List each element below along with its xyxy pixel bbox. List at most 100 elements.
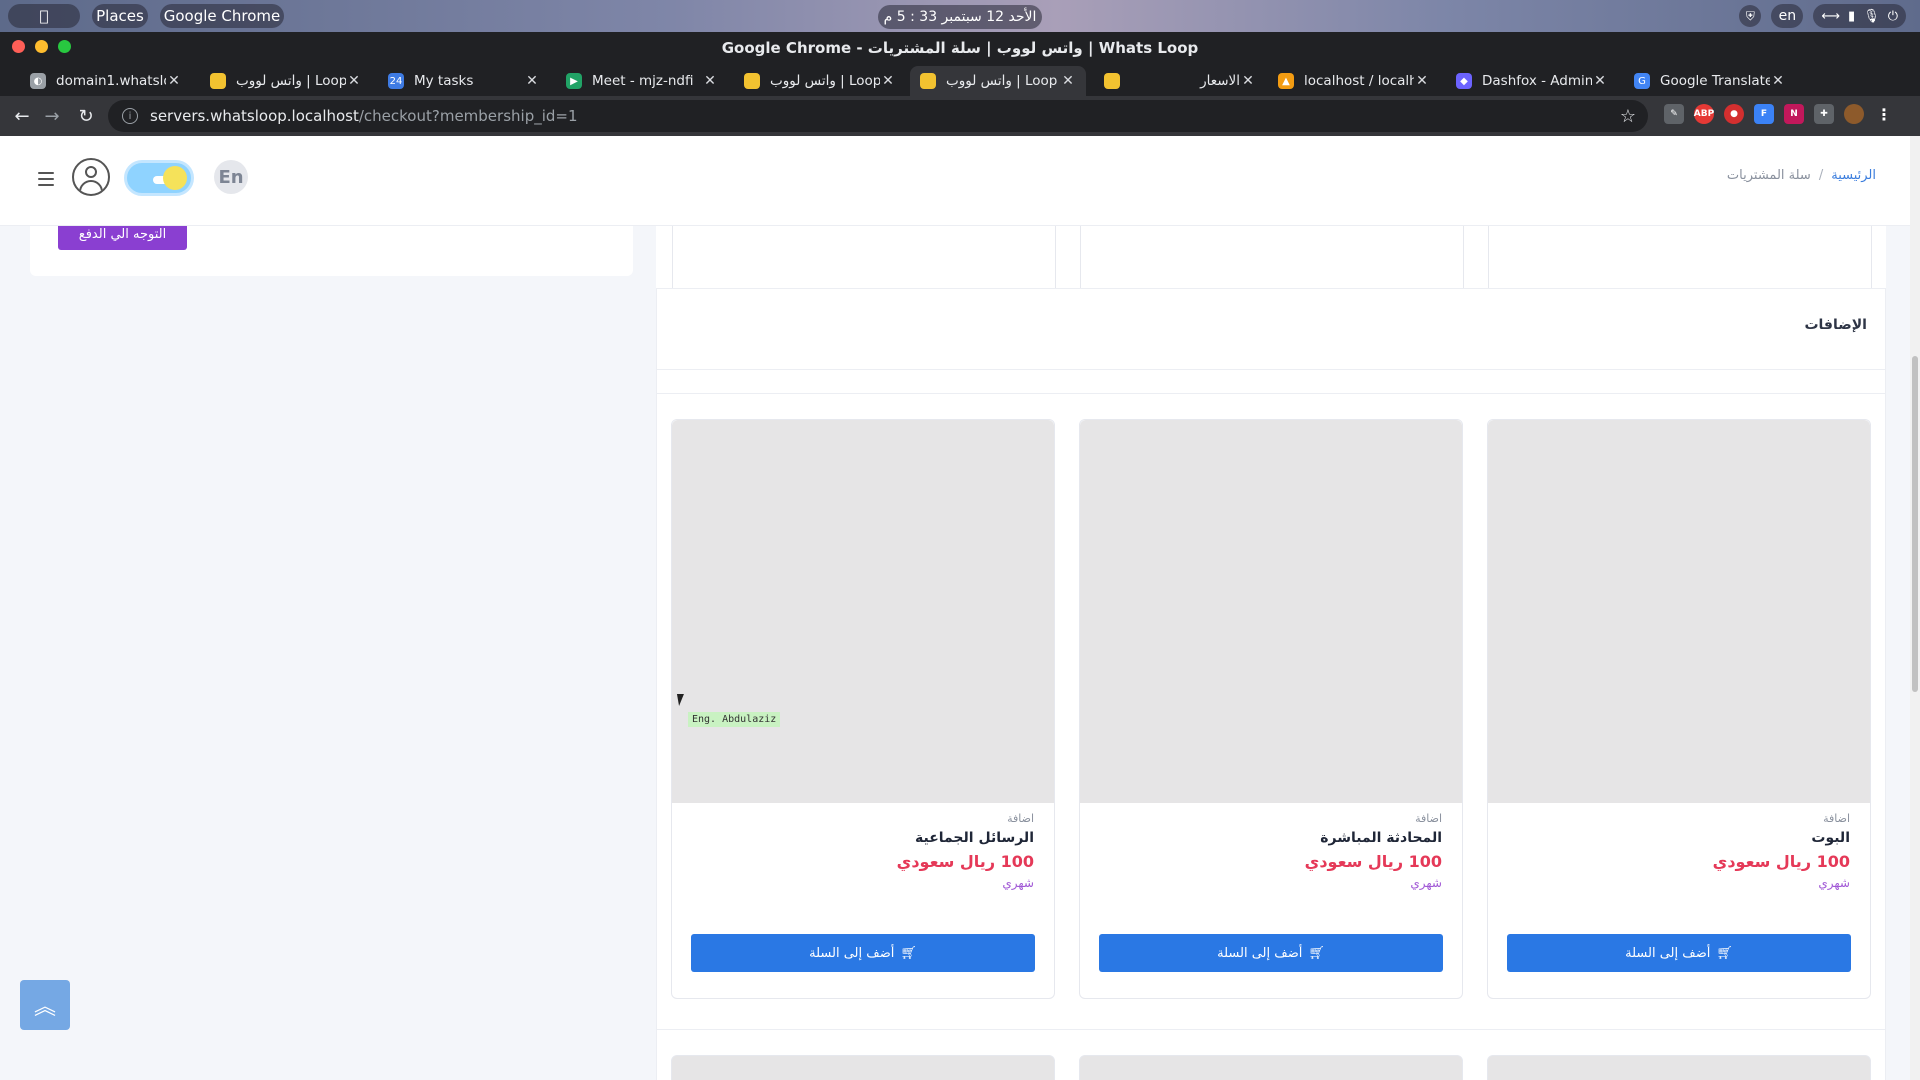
keyboard-language[interactable]: en bbox=[1771, 4, 1804, 28]
tab-3[interactable]: 24 My tasks ✕ bbox=[378, 66, 550, 96]
tab-1[interactable]: ◐ domain1.whatsloop✕ bbox=[20, 66, 192, 96]
tab-favicon bbox=[1104, 73, 1120, 89]
extension-icon[interactable]: ● bbox=[1724, 104, 1744, 124]
network-icon: ⟷ bbox=[1821, 8, 1841, 24]
addon-image bbox=[672, 420, 1054, 803]
tab-favicon: G bbox=[1634, 73, 1650, 89]
back-icon[interactable]: ← bbox=[10, 104, 34, 128]
tab-favicon: ◆ bbox=[1456, 73, 1472, 89]
tab-active[interactable]: واتس لووب | Loop ✕ bbox=[910, 66, 1086, 96]
breadcrumb: الرئيسية / سلة المشتريات bbox=[1727, 168, 1876, 183]
shield-icon[interactable]: ⛨ bbox=[1739, 5, 1762, 27]
close-tab-icon[interactable]: ✕ bbox=[166, 73, 182, 89]
places-menu[interactable]: Places bbox=[92, 4, 148, 28]
tab-favicon: 24 bbox=[388, 73, 404, 89]
close-tab-icon[interactable]: ✕ bbox=[1240, 73, 1256, 89]
os-menu-bar:  Places Google Chrome الأحد 12 سبتمبر 3… bbox=[0, 0, 1920, 32]
addon-card-bot: اضافة البوت 100 ريال سعودي شهري 🛒︎ أضف إل… bbox=[1487, 419, 1871, 999]
addon-card-bulk-messages: اضافة الرسائل الجماعية 100 ريال سعودي شه… bbox=[671, 419, 1055, 999]
close-tab-icon[interactable]: ✕ bbox=[1770, 73, 1786, 89]
close-tab-icon[interactable]: ✕ bbox=[702, 73, 718, 89]
extension-icon[interactable]: N bbox=[1784, 104, 1804, 124]
reload-icon[interactable]: ↻ bbox=[74, 104, 98, 128]
breadcrumb-home-link[interactable]: الرئيسية bbox=[1831, 168, 1876, 183]
add-to-cart-button[interactable]: 🛒︎ أضف إلى السلة bbox=[1507, 934, 1851, 972]
tab-favicon: ▶ bbox=[566, 73, 582, 89]
hamburger-menu-icon[interactable] bbox=[38, 172, 54, 186]
add-to-cart-button[interactable]: 🛒︎ أضف إلى السلة bbox=[1099, 934, 1443, 972]
addon-period: شهري bbox=[1410, 876, 1442, 890]
maximize-window-button[interactable] bbox=[58, 40, 71, 53]
app-menu[interactable]: Google Chrome bbox=[160, 4, 284, 28]
addon-category: اضافة bbox=[1007, 812, 1034, 825]
page-scrollbar[interactable] bbox=[1910, 136, 1920, 1080]
power-icon: ⏻ bbox=[1887, 8, 1898, 24]
addon-category: اضافة bbox=[1823, 812, 1850, 825]
window-titlebar: Google Chrome - واتس لووب | سلة المشتريا… bbox=[0, 32, 1920, 64]
tab-5[interactable]: واتس لووب | Loop ✕ bbox=[734, 66, 906, 96]
close-tab-icon[interactable]: ✕ bbox=[1414, 73, 1430, 89]
addon-name: الرسائل الجماعية bbox=[915, 830, 1034, 846]
bookmark-star-icon[interactable]: ☆ bbox=[1620, 106, 1636, 127]
addon-card bbox=[1487, 1055, 1871, 1080]
forward-icon[interactable]: → bbox=[40, 104, 64, 128]
addon-price: 100 ريال سعودي bbox=[1712, 852, 1850, 871]
add-to-cart-button[interactable]: 🛒︎ أضف إلى السلة bbox=[691, 934, 1035, 972]
chrome-menu-icon[interactable]: ⋮ bbox=[1874, 104, 1894, 124]
puzzle-icon[interactable]: ✚ bbox=[1814, 104, 1834, 124]
cart-icon: 🛒︎ bbox=[1308, 945, 1325, 961]
close-tab-icon[interactable]: ✕ bbox=[1060, 73, 1076, 89]
addon-card bbox=[1079, 1055, 1463, 1080]
clock[interactable]: الأحد 12 سبتمبر 33 : 5 م bbox=[878, 5, 1042, 29]
scroll-to-top-button[interactable]: ︽ bbox=[20, 980, 70, 1030]
cart-icon: 🛒︎ bbox=[1716, 945, 1733, 961]
tab-10[interactable]: G Google Translate ✕ bbox=[1624, 66, 1796, 96]
extension-icon[interactable]: ✎ bbox=[1664, 104, 1684, 124]
site-info-icon[interactable]: i bbox=[122, 108, 138, 124]
tab-9[interactable]: ◆ Dashfox - Admin D✕ bbox=[1446, 66, 1618, 96]
breadcrumb-current: سلة المشتريات bbox=[1726, 168, 1811, 183]
tab-2[interactable]: واتس لووب | Loop ✕ bbox=[200, 66, 372, 96]
extensions-bar: ✎ ABP ● F N ✚ ⋮ bbox=[1664, 104, 1894, 124]
close-tab-icon[interactable]: ✕ bbox=[346, 73, 362, 89]
breadcrumb-separator: / bbox=[1818, 168, 1824, 183]
addon-image bbox=[1080, 420, 1462, 803]
extension-icon[interactable]: F bbox=[1754, 104, 1774, 124]
tab-favicon bbox=[210, 73, 226, 89]
language-switch-button[interactable]: En bbox=[214, 160, 248, 194]
tab-favicon bbox=[920, 73, 936, 89]
addon-period: شهري bbox=[1818, 876, 1850, 890]
addon-price: 100 ريال سعودي bbox=[1304, 852, 1442, 871]
close-window-button[interactable] bbox=[12, 40, 25, 53]
apple-menu[interactable]:  bbox=[8, 4, 80, 28]
profile-avatar[interactable] bbox=[1844, 104, 1864, 124]
addon-period: شهري bbox=[1002, 876, 1034, 890]
theme-toggle[interactable] bbox=[124, 160, 194, 196]
addons-title: الإضافات bbox=[1804, 317, 1867, 333]
tab-strip: ◐ domain1.whatsloop✕ واتس لووب | Loop✕ 2… bbox=[0, 64, 1920, 157]
cart-icon: 🛒︎ bbox=[900, 945, 917, 961]
scrollbar-thumb[interactable] bbox=[1912, 356, 1918, 692]
close-tab-icon[interactable]: ✕ bbox=[1592, 73, 1608, 89]
minimize-window-button[interactable] bbox=[35, 40, 48, 53]
tab-favicon: ▲ bbox=[1278, 73, 1294, 89]
apple-icon:  bbox=[39, 7, 48, 25]
site-header: En الرئيسية / سلة المشتريات bbox=[0, 136, 1910, 226]
tab-8[interactable]: ▲ localhost / localhost✕ bbox=[1268, 66, 1440, 96]
system-status[interactable]: ⟷ ▮ 🎙︎ ⏻ bbox=[1813, 4, 1906, 28]
tab-4[interactable]: ▶ Meet - mjz-ndfi ✕ bbox=[556, 66, 728, 96]
addon-category: اضافة bbox=[1415, 812, 1442, 825]
addon-price: 100 ريال سعودي bbox=[896, 852, 1034, 871]
divider bbox=[657, 369, 1885, 370]
addon-name: المحادثة المباشرة bbox=[1320, 830, 1442, 846]
address-bar[interactable]: i servers.whatsloop.localhost/checkout?m… bbox=[108, 100, 1648, 132]
sun-icon bbox=[163, 166, 187, 190]
addon-image bbox=[1488, 420, 1870, 803]
window-controls bbox=[12, 40, 71, 53]
cursor-label: Eng. Abdulaziz bbox=[688, 712, 781, 727]
close-tab-icon[interactable]: ✕ bbox=[524, 73, 540, 89]
tab-7[interactable]: الاسعار ✕ bbox=[1094, 66, 1266, 96]
user-avatar[interactable] bbox=[72, 158, 110, 196]
close-tab-icon[interactable]: ✕ bbox=[880, 73, 896, 89]
adblock-icon[interactable]: ABP bbox=[1694, 104, 1714, 124]
